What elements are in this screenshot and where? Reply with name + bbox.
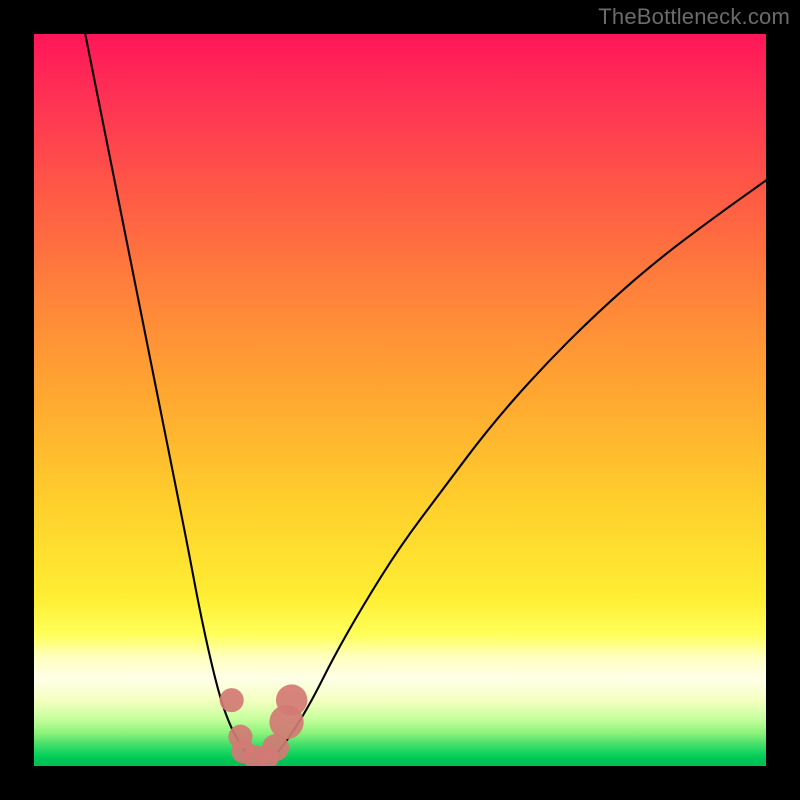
curve-right-branch <box>276 180 766 755</box>
chart-frame: TheBottleneck.com <box>0 0 800 800</box>
trough-marker <box>276 684 307 715</box>
curve-layer <box>34 34 766 766</box>
trough-markers <box>220 684 308 766</box>
trough-marker <box>220 688 244 712</box>
plot-area <box>34 34 766 766</box>
curve-left-branch <box>85 34 250 757</box>
watermark-text: TheBottleneck.com <box>598 4 790 30</box>
